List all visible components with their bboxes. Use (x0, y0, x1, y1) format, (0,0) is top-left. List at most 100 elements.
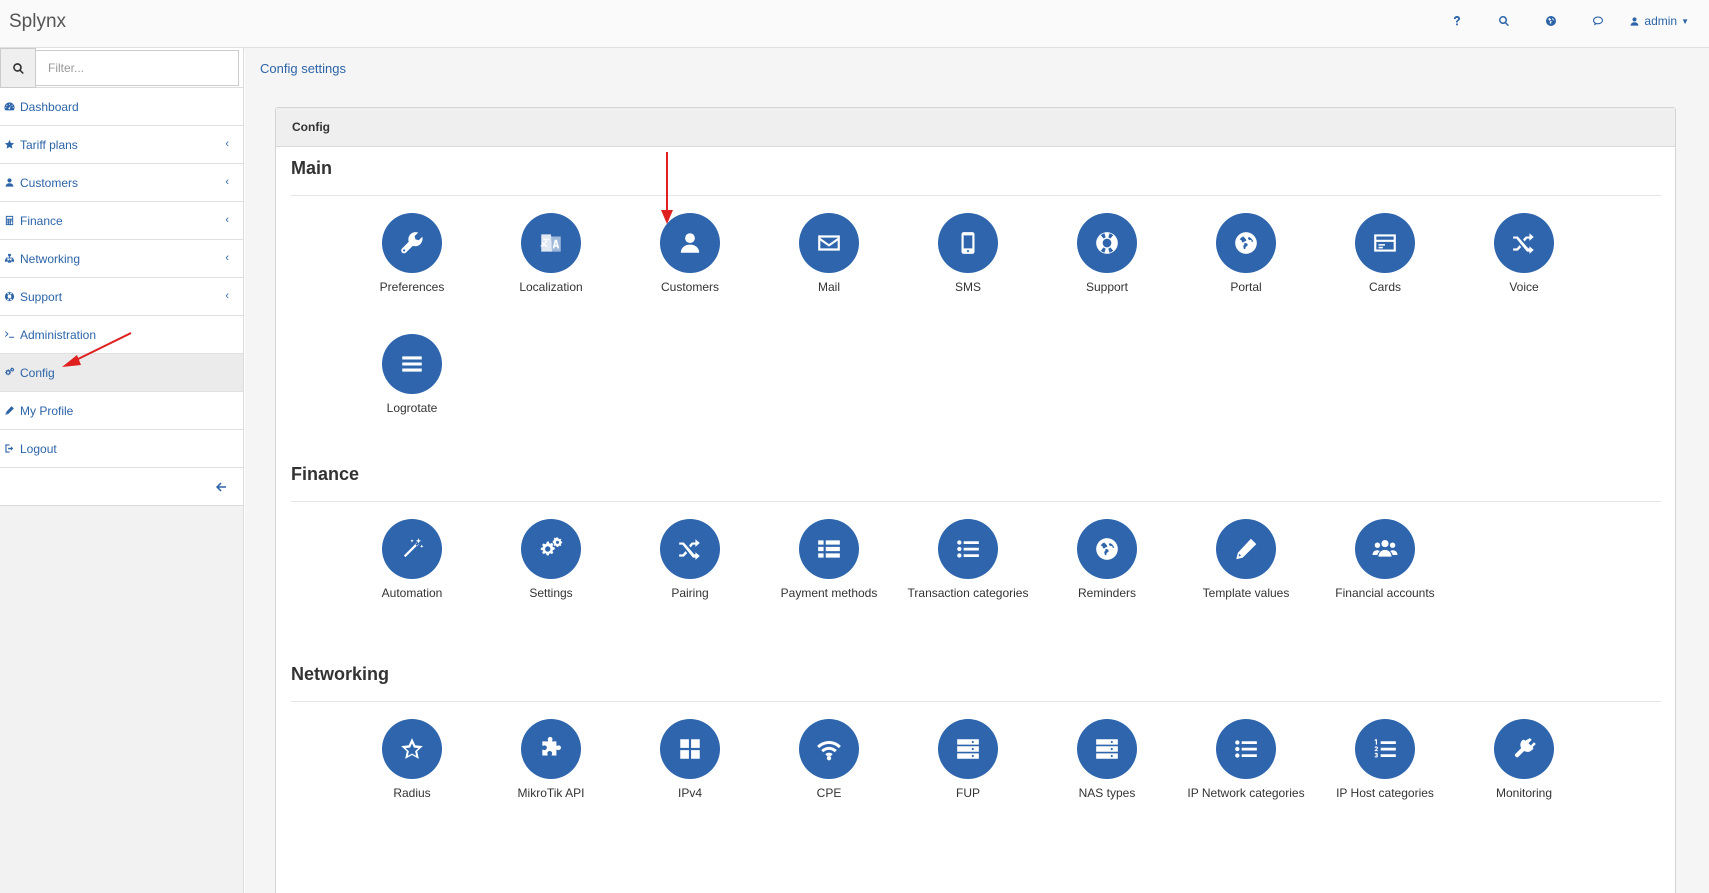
section-title-networking: Networking (291, 664, 390, 684)
globe-icon[interactable] (1527, 0, 1574, 42)
config-tile-fup[interactable]: FUP (899, 719, 1037, 802)
section-divider (291, 701, 1661, 702)
translate-icon (538, 230, 564, 256)
config-tile-monitoring[interactable]: Monitoring (1455, 719, 1593, 802)
tile-circle (938, 213, 998, 273)
sidebar-item-my-profile[interactable]: My Profile (0, 392, 243, 430)
tile-label: Payment methods (780, 586, 878, 600)
sidebar-item-customers[interactable]: Customers ‹ (0, 164, 243, 202)
tile-label: Preferences (379, 280, 445, 294)
config-tile-support[interactable]: Support (1038, 213, 1176, 296)
tile-circle (660, 519, 720, 579)
config-tile-transaction-categories[interactable]: Transaction categories (899, 519, 1037, 602)
tile-circle (660, 719, 720, 779)
sidebar-item-label: Administration (20, 327, 97, 342)
sidebar-item-dashboard[interactable]: Dashboard (0, 88, 243, 126)
mobile-icon (955, 230, 981, 256)
tile-circle (1355, 213, 1415, 273)
sidebar: Dashboard Tariff plans ‹ Customers ‹ Finance ‹… (0, 48, 244, 893)
sidebar-item-label: Support (20, 289, 63, 304)
sidebar-item-networking[interactable]: Networking ‹ (0, 240, 243, 278)
tile-label: Support (1085, 280, 1129, 294)
config-tile-preferences[interactable]: Preferences (343, 213, 481, 296)
config-tile-cpe[interactable]: CPE (760, 719, 898, 802)
tile-label: Portal (1230, 280, 1262, 294)
tile-label: MikroTik API (517, 786, 585, 800)
config-tile-mail[interactable]: Mail (760, 213, 898, 296)
brand-logo[interactable]: Splynx (9, 11, 66, 33)
tile-label: Financial accounts (1335, 586, 1435, 600)
config-tile-voice[interactable]: Voice (1455, 213, 1593, 296)
list-icon (955, 536, 981, 562)
sidebar-item-tariff-plans[interactable]: Tariff plans ‹ (0, 126, 243, 164)
sidebar-item-label: Dashboard (20, 99, 79, 114)
config-tile-mikrotik-api[interactable]: MikroTik API (482, 719, 620, 802)
comment-icon[interactable] (1574, 0, 1621, 42)
tile-circle (521, 719, 581, 779)
config-tile-reminders[interactable]: Reminders (1038, 519, 1176, 602)
sidebar-item-config[interactable]: Config (0, 354, 243, 392)
tile-circle (660, 213, 720, 273)
bars-icon (399, 351, 425, 377)
sidebar-item-label: Networking (20, 251, 81, 266)
config-tile-portal[interactable]: Portal (1177, 213, 1315, 296)
config-tile-ip-network-categories[interactable]: IP Network categories (1177, 719, 1315, 802)
plug-icon (1511, 736, 1537, 762)
tile-label: Transaction categories (907, 586, 1029, 600)
tile-label: Cards (1368, 280, 1401, 294)
section-title-main: Main (291, 158, 333, 178)
sidebar-collapse-button[interactable] (0, 468, 243, 506)
server-icon (955, 736, 981, 762)
tile-label: IP Network categories (1187, 786, 1305, 800)
credit-card-icon (1372, 230, 1398, 256)
config-tile-template-values[interactable]: Template values (1177, 519, 1315, 602)
config-tile-radius[interactable]: Radius (343, 719, 481, 802)
search-icon[interactable] (1480, 0, 1527, 42)
globe-icon (1233, 230, 1259, 256)
tile-label: Monitoring (1495, 786, 1553, 800)
tile-label: Automation (381, 586, 443, 600)
config-tile-pairing[interactable]: Pairing (621, 519, 759, 602)
th-large-icon (677, 736, 703, 762)
th-list-icon (816, 536, 842, 562)
tile-circle (799, 519, 859, 579)
tile-circle (382, 719, 442, 779)
config-tile-settings[interactable]: Settings (482, 519, 620, 602)
dashboard-icon (4, 101, 15, 112)
user-menu[interactable]: admin ▼ (1621, 0, 1709, 42)
chevron-left-icon: ‹ (225, 138, 229, 150)
search-icon[interactable] (0, 48, 36, 88)
sidebar-item-administration[interactable]: Administration (0, 316, 243, 354)
config-tile-customers[interactable]: Customers (621, 213, 759, 296)
sidebar-item-logout[interactable]: Logout (0, 430, 243, 468)
sidebar-item-support[interactable]: Support ‹ (0, 278, 243, 316)
random-icon (677, 536, 703, 562)
caret-down-icon: ▼ (1681, 16, 1689, 26)
tile-circle (382, 519, 442, 579)
top-navbar: Splynx admin ▼ (0, 0, 1709, 48)
config-tile-payment-methods[interactable]: Payment methods (760, 519, 898, 602)
wrench-icon (399, 230, 425, 256)
sidebar-item-finance[interactable]: Finance ‹ (0, 202, 243, 240)
config-tile-sms[interactable]: SMS (899, 213, 1037, 296)
users-icon (1372, 536, 1398, 562)
config-tile-ipv4[interactable]: IPv4 (621, 719, 759, 802)
tile-circle (799, 213, 859, 273)
tile-label: Reminders (1077, 586, 1137, 600)
config-tile-financial-accounts[interactable]: Financial accounts (1316, 519, 1454, 602)
config-tile-cards[interactable]: Cards (1316, 213, 1454, 296)
server-icon (1094, 736, 1120, 762)
config-tile-logrotate[interactable]: Logrotate (343, 334, 481, 417)
question-icon[interactable] (1433, 0, 1480, 42)
filter-input[interactable] (36, 50, 239, 86)
config-tile-nas-types[interactable]: NAS types (1038, 719, 1176, 802)
lifebuoy-icon (4, 291, 15, 302)
config-tile-localization[interactable]: Localization (482, 213, 620, 296)
sidebar-item-label: Tariff plans (20, 137, 78, 152)
lifebuoy-icon (1094, 230, 1120, 256)
breadcrumb-config-settings[interactable]: Config settings (260, 61, 346, 76)
tile-circle (938, 719, 998, 779)
tile-label: Mail (817, 280, 840, 294)
config-tile-automation[interactable]: Automation (343, 519, 481, 602)
config-tile-ip-host-categories[interactable]: IP Host categories (1316, 719, 1454, 802)
